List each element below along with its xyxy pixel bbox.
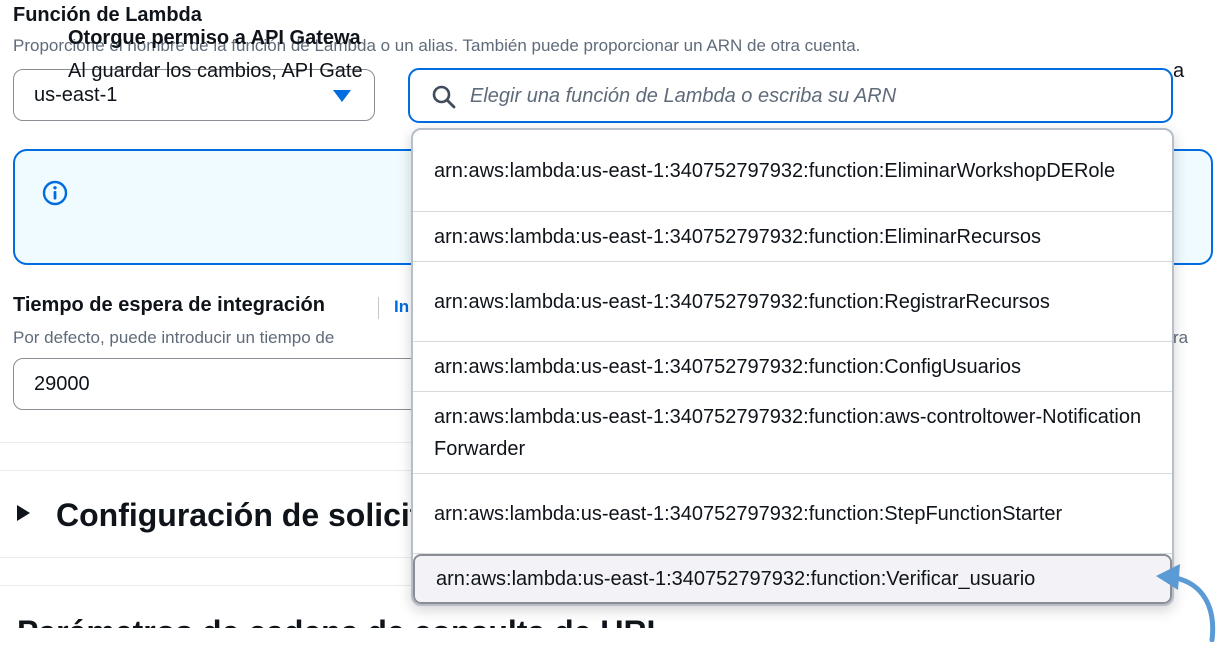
dropdown-option[interactable]: arn:aws:lambda:us-east-1:340752797932:fu… (413, 262, 1172, 342)
annotation-arrow-icon (1150, 556, 1222, 647)
request-config-section-toggle[interactable]: Configuración de solicit (17, 497, 420, 534)
lambda-function-label: Función de Lambda (13, 4, 202, 26)
dropdown-option[interactable]: arn:aws:lambda:us-east-1:340752797932:fu… (413, 130, 1172, 212)
timeout-input-value: 29000 (34, 373, 90, 395)
dropdown-option[interactable]: arn:aws:lambda:us-east-1:340752797932:fu… (413, 474, 1172, 554)
label-divider (378, 297, 379, 319)
search-icon (431, 84, 457, 115)
integration-timeout-input[interactable]: 29000 (13, 358, 433, 410)
request-config-title: Configuración de solicit (56, 497, 421, 533)
caret-down-icon (332, 89, 352, 108)
dropdown-option[interactable]: arn:aws:lambda:us-east-1:340752797932:fu… (413, 392, 1172, 474)
alert-text: Al guardar los cambios, API Gate (68, 60, 363, 82)
section-divider (0, 442, 430, 443)
timeout-description-tail: ra (1173, 328, 1189, 347)
alert-text-tail: a (1173, 60, 1185, 82)
alert-title: Otorgue permiso a API Gatewa (68, 27, 361, 49)
section-divider (0, 470, 430, 471)
dropdown-option[interactable]: arn:aws:lambda:us-east-1:340752797932:fu… (413, 342, 1172, 392)
lambda-search-field[interactable] (408, 68, 1173, 123)
dropdown-option-highlighted[interactable]: arn:aws:lambda:us-east-1:340752797932:fu… (413, 554, 1172, 604)
section-divider (0, 585, 430, 586)
integration-timeout-label: Tiempo de espera de integración (13, 294, 325, 316)
caret-right-icon (17, 505, 30, 521)
region-select-value: us-east-1 (34, 84, 118, 106)
lambda-function-dropdown: arn:aws:lambda:us-east-1:340752797932:fu… (411, 128, 1174, 606)
lambda-search-input[interactable] (470, 80, 1150, 112)
info-icon (42, 180, 68, 211)
integration-timeout-description: Por defecto, puede introducir un tiempo … (13, 328, 335, 347)
url-params-section-toggle[interactable]: Parámetros de cadena de consulta de URL (17, 614, 666, 628)
url-params-title: Parámetros de cadena de consulta de URL (17, 614, 666, 628)
info-link[interactable]: In (394, 297, 409, 317)
section-divider (0, 557, 430, 558)
dropdown-option[interactable]: arn:aws:lambda:us-east-1:340752797932:fu… (413, 212, 1172, 262)
